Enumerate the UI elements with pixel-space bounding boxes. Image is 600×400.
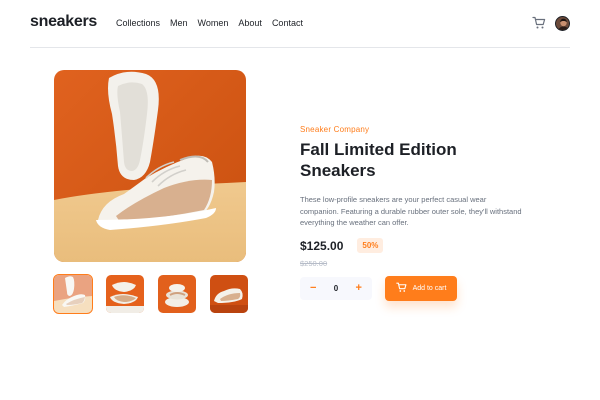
nav-contact[interactable]: Contact [272,18,303,28]
logo[interactable]: sneakers [30,13,97,31]
price-row: $125.00 50% [300,238,384,253]
current-price: $125.00 [300,238,344,253]
thumbnail-2[interactable] [106,275,144,313]
add-to-cart-label: Add to cart [412,285,447,292]
increment-button[interactable]: + [356,283,362,294]
cart-icon[interactable] [532,16,546,30]
thumbnail-3[interactable] [158,275,196,313]
decrement-button[interactable]: − [310,283,316,294]
cart-icon [395,282,407,295]
add-to-cart-button[interactable]: Add to cart [385,276,457,301]
main-nav: Collections Men Women About Contact [116,18,303,28]
nav-about[interactable]: About [238,18,262,28]
thumbnail-1[interactable] [53,274,93,314]
thumbnail-strip [53,274,248,314]
avatar[interactable] [555,16,570,31]
quantity-stepper: − 0 + [300,277,372,300]
nav-men[interactable]: Men [170,18,188,28]
thumbnail-4[interactable] [210,275,248,313]
nav-women[interactable]: Women [198,18,229,28]
product-description: These low-profile sneakers are your perf… [300,195,522,227]
quantity-value: 0 [333,284,339,293]
company-name: Sneaker Company [300,125,370,134]
nav-collections[interactable]: Collections [116,18,160,28]
site-header: sneakers Collections Men Women About Con… [30,0,570,48]
product-title: Fall Limited Edition Sneakers [300,140,457,180]
discount-badge: 50% [357,238,384,253]
product-main-image[interactable] [54,70,246,262]
original-price: $250.00 [300,259,328,268]
